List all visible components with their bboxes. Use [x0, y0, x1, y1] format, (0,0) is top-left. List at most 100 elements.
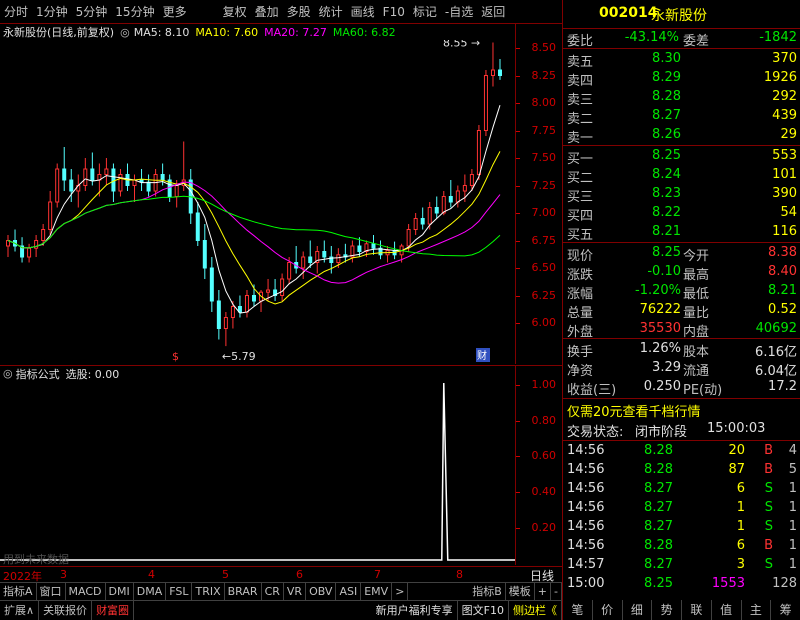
indicator-tab-2[interactable]: MACD [66, 582, 106, 601]
quote-nav-tab-5[interactable]: 值 [712, 600, 742, 620]
indicator-tab-0[interactable]: 指标A [0, 582, 37, 601]
toolbar-item-3[interactable]: 15分钟 [111, 0, 158, 24]
indicator-tab-6[interactable]: TRIX [192, 582, 225, 601]
bottom-tab-3[interactable]: 新用户福利专享 [372, 600, 458, 620]
toolbar-item-1[interactable]: 1分钟 [32, 0, 72, 24]
candle-body [498, 69, 502, 76]
indicator-tab-12[interactable]: EMV [361, 582, 393, 601]
quote-nav-tab-6[interactable]: 主 [742, 600, 772, 620]
candle-body [118, 174, 123, 192]
candlestick-chart[interactable]: 8.55 → ←5.79 $ 财 [0, 40, 515, 365]
quote-nav: 笔价细势联值主筹 [563, 600, 800, 620]
price-tick: 7.00 [531, 206, 557, 219]
toolbar-item-2[interactable]: 5分钟 [72, 0, 112, 24]
promo-text[interactable]: 仅需20元查看千档行情 [567, 401, 701, 420]
bids-row: 买三 8.23 390 [567, 186, 797, 205]
indicator-chart[interactable] [0, 381, 515, 566]
indicator-tab-3[interactable]: DMI [106, 582, 134, 601]
fund-row: 收益(三) 0.250 PE(动) 17.2 [567, 379, 797, 398]
tick-row: 14:56 8.28 6 B 1 [567, 538, 797, 553]
toolbar-item-6[interactable]: 叠加 [251, 0, 283, 24]
indicator-name: 指标公式 [15, 367, 60, 381]
quote-nav-tab-1[interactable]: 价 [593, 600, 623, 620]
date-tick: 4 [148, 568, 155, 581]
tick-row: 14:56 8.28 87 B 5 [567, 462, 797, 477]
chart-toolbar: 分时 1分钟 5分钟 15分钟 更多 复权 叠加 多股 统计 画线 F10 标记 -自选 返回 [0, 0, 562, 24]
indicator-tab-10[interactable]: OBV [306, 582, 337, 601]
price-tick: 8.25 [531, 68, 557, 82]
bottom-tab-1[interactable]: 关联报价 [39, 600, 93, 620]
date-tick: 7 [374, 568, 381, 581]
candle-body [90, 168, 95, 181]
stats-row: 现价 8.25 今开 8.38 [567, 245, 797, 264]
indicator-select-value: 选股: 0.00 [65, 367, 120, 381]
indicator-tab-4[interactable]: DMA [134, 582, 167, 601]
weibi-row: 委比 -43.14% 委差 -1842 [567, 30, 797, 49]
candle-body [476, 130, 481, 175]
indicator-tab-7[interactable]: BRAR [225, 582, 262, 601]
asks-row: 卖四 8.29 1926 [567, 70, 797, 89]
stock-code: 002014 [599, 5, 658, 21]
quote-nav-tab-7[interactable]: 筹 [771, 600, 800, 620]
asks-row: 卖二 8.27 439 [567, 108, 797, 127]
candle-body [104, 168, 109, 175]
candle-body [413, 218, 418, 230]
book-price: 8.27 [652, 108, 681, 123]
indicator-tab-13[interactable]: > [392, 582, 409, 601]
indicator-tab-16[interactable]: + [535, 582, 552, 601]
indicator-tab-9[interactable]: VR [284, 582, 307, 601]
toolbar-item-0[interactable]: 分时 [0, 0, 32, 24]
indicator-tab-11[interactable]: ASI [336, 582, 362, 601]
quote-nav-tab-3[interactable]: 势 [652, 600, 682, 620]
quote-nav-tab-0[interactable]: 笔 [563, 600, 593, 620]
ma60-label: MA60: 6.82 [332, 25, 396, 39]
ma5-line [7, 105, 501, 314]
high-annotation: 8.55 → [443, 40, 480, 50]
candle-body [146, 181, 151, 192]
candle-body [322, 251, 327, 258]
bottom-tab-4[interactable]: 图文F10 [458, 600, 509, 620]
book-volume: 370 [772, 51, 797, 66]
candle-body [244, 295, 249, 313]
indicator-tick: 0.20 [531, 520, 557, 534]
indicator-settings-icon[interactable]: ◎ [0, 367, 13, 380]
toolbar-item-5[interactable]: 复权 [219, 0, 251, 24]
toolbar-item-8[interactable]: 统计 [315, 0, 347, 24]
indicator-tab-1[interactable]: 窗口 [37, 582, 66, 601]
indicator-tab-17[interactable]: - [551, 582, 562, 601]
ma20-line [7, 181, 501, 284]
toolbar-item-9[interactable]: 画线 [347, 0, 379, 24]
toolbar-item-13[interactable]: 返回 [477, 0, 509, 24]
candle-body [371, 243, 376, 249]
tick-row: 14:56 8.28 20 B 4 [567, 443, 797, 458]
bottom-tab-2[interactable]: 财富圈 [92, 600, 135, 620]
toolbar-item-7[interactable]: 多股 [283, 0, 315, 24]
bottom-tab-0[interactable]: 扩展∧ [0, 600, 40, 620]
toolbar-item-4[interactable]: 更多 [159, 0, 191, 24]
toolbar-item-12[interactable]: -自选 [441, 0, 477, 24]
bottom-tab-5[interactable]: 侧边栏《 [509, 600, 562, 620]
quote-nav-tab-2[interactable]: 细 [623, 600, 653, 620]
toolbar-item-11[interactable]: 标记 [409, 0, 441, 24]
indicator-tab-8[interactable]: CR [262, 582, 284, 601]
ma60-line [7, 195, 501, 257]
indicator-tab-15[interactable]: 模板 [506, 582, 535, 601]
candle-body [209, 267, 214, 302]
book-price: 8.25 [652, 148, 681, 163]
indicator-tab-5[interactable]: FSL [166, 582, 193, 601]
quote-nav-tab-4[interactable]: 联 [682, 600, 712, 620]
price-tick: 8.00 [531, 96, 557, 109]
toolbar-item-10[interactable]: F10 [379, 0, 409, 24]
candle-body [48, 201, 53, 230]
finance-marker-label: 财 [477, 349, 487, 362]
ma-settings-icon[interactable]: ◎ [120, 26, 130, 39]
candle-body [195, 212, 200, 241]
book-volume: 439 [772, 108, 797, 123]
candle-body [216, 300, 221, 329]
event-marker-icon[interactable]: $ [172, 350, 179, 363]
indicator-tab-14[interactable]: 指标B [469, 582, 506, 601]
date-tick: 3 [60, 568, 67, 581]
candle-body [55, 168, 60, 203]
candle-body [83, 168, 88, 186]
promo-row[interactable]: 仅需20元查看千档行情 [563, 400, 800, 420]
